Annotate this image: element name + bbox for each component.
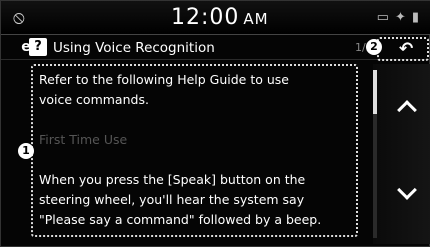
scrollbar-track[interactable] (373, 70, 377, 238)
clock: 12:00 AM (171, 4, 269, 32)
status-bar: ⦸ 12:00 AM ▭ ✦ ▮ (1, 1, 430, 35)
scrollbar-thumb[interactable] (373, 70, 377, 114)
callout-badge-2: 2 (366, 39, 382, 55)
help-line-blank (39, 110, 352, 130)
chevron-up-icon (397, 100, 417, 120)
help-line-blank (39, 150, 352, 170)
help-line: "Please say a command" followed by a bee… (39, 212, 322, 227)
help-content-area[interactable]: Refer to the following Help Guide to use… (31, 64, 358, 237)
help-icon: ? (29, 38, 47, 56)
chevron-down-icon (397, 180, 417, 200)
back-button[interactable]: ↶ (377, 37, 429, 61)
back-icon: ↶ (399, 39, 414, 59)
battery-icon: ▮ (411, 10, 419, 25)
scroll-panel (373, 64, 430, 244)
help-line: When you press the [Speak] button on the (39, 172, 306, 187)
help-prefix-icon: e (21, 39, 31, 55)
help-line: steering wheel, you'll hear the system s… (39, 192, 305, 207)
page-title: Using Voice Recognition (53, 40, 215, 56)
help-line: voice commands. (39, 92, 149, 107)
clock-time: 12:00 (171, 5, 240, 30)
voice-recognition-status-icon: ⦸ (13, 7, 25, 28)
callout-badge-1: 1 (18, 143, 34, 159)
help-text: Refer to the following Help Guide to use… (39, 70, 352, 230)
infotainment-screen: ⦸ 12:00 AM ▭ ✦ ▮ ? Using Voice Recognitio… (0, 0, 430, 247)
bluetooth-icon: ▭ (376, 10, 389, 25)
scroll-up-button[interactable] (387, 76, 427, 136)
signal-icon: ✦ (394, 10, 406, 25)
help-section-heading: First Time Use (39, 132, 128, 147)
help-line: Refer to the following Help Guide to use (39, 72, 289, 87)
scroll-down-button[interactable] (387, 164, 427, 224)
status-icons: ▭ ✦ ▮ (377, 9, 419, 27)
clock-ampm: AM (243, 10, 269, 28)
